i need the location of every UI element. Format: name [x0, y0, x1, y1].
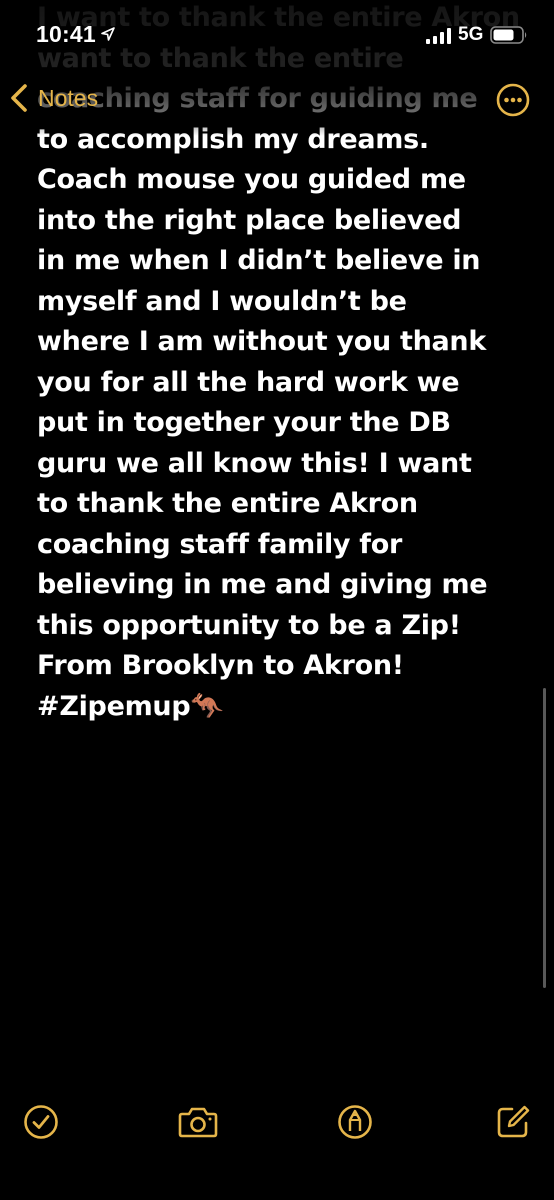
back-to-notes-button[interactable]: Notes — [8, 78, 98, 118]
status-time: 10:41 — [36, 21, 96, 47]
note-body[interactable]: I want to thank the entire Akron want to… — [0, 0, 554, 1085]
bottom-toolbar — [0, 1085, 554, 1200]
compose-square-pencil-icon — [497, 1105, 530, 1138]
markup-pen-circle-icon — [338, 1105, 372, 1139]
navigation-bar: Notes — [0, 70, 554, 130]
cellular-signal-icon — [426, 28, 451, 44]
checkmark-circle-icon — [24, 1105, 58, 1139]
scroll-indicator[interactable] — [543, 688, 546, 988]
back-button-label: Notes — [38, 84, 99, 111]
ellipsis-circle-icon[interactable] — [496, 83, 530, 117]
camera-icon — [178, 1107, 218, 1138]
chevron-left-icon — [11, 84, 27, 112]
markup-button[interactable] — [335, 1102, 375, 1142]
status-bar: 10:41 5G — [0, 0, 554, 62]
compose-button[interactable] — [493, 1102, 533, 1142]
location-arrow-icon — [101, 27, 115, 41]
network-type-label: 5G — [458, 24, 484, 45]
battery-icon — [490, 26, 527, 44]
camera-button[interactable] — [178, 1102, 218, 1142]
checklist-button[interactable] — [21, 1102, 61, 1142]
